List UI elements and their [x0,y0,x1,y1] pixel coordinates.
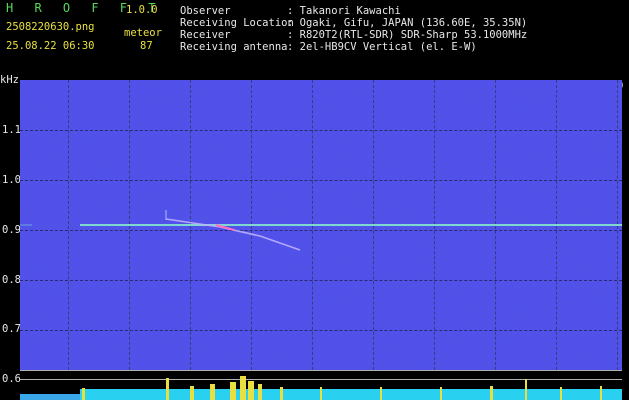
meteor-count: 87 [140,40,153,52]
antenna-value: : 2el-HB9CV Vertical (el. E-W) [287,41,477,53]
receiver-value: : R820T2(RTL-SDR) SDR-Sharp 53.1000MHz [287,29,528,41]
level-base [80,389,622,400]
meteor-trail [165,218,301,251]
spectrogram-plot[interactable] [20,80,622,400]
app-version: 1.0.0 [126,4,158,16]
level-bars [20,376,622,400]
observer-label: Observer [180,5,231,17]
filename-label: 2508220630.png [6,21,95,33]
y-unit-label: kHz [0,74,19,86]
location-value: : Ogaki, Gifu, JAPAN (136.60E, 35.35N) [287,17,528,29]
receiver-label: Receiver [180,29,231,41]
observer-value: : Takanori Kawachi [287,5,401,17]
y-tick-1.0: 1.0 [2,174,21,186]
datetime-label: 25.08.22 06:30 [6,40,95,52]
level-band [20,370,622,400]
header-panel: H R O F F T 1.0.0 2508220630.png 25.08.2… [0,0,629,80]
y-tick-0.7: 0.7 [2,323,21,335]
signal-overlay [20,210,622,251]
antenna-label: Receiving antenna [180,41,288,53]
y-tick-0.9: 0.9 [2,224,21,236]
y-tick-1.1: 1.1 [2,124,21,136]
location-label: Receiving Location [180,17,294,29]
meteor-label: meteor [124,27,162,39]
y-tick-0.6: 0.6 [2,373,21,385]
level-base-left [20,394,80,400]
y-tick-0.8: 0.8 [2,274,21,286]
